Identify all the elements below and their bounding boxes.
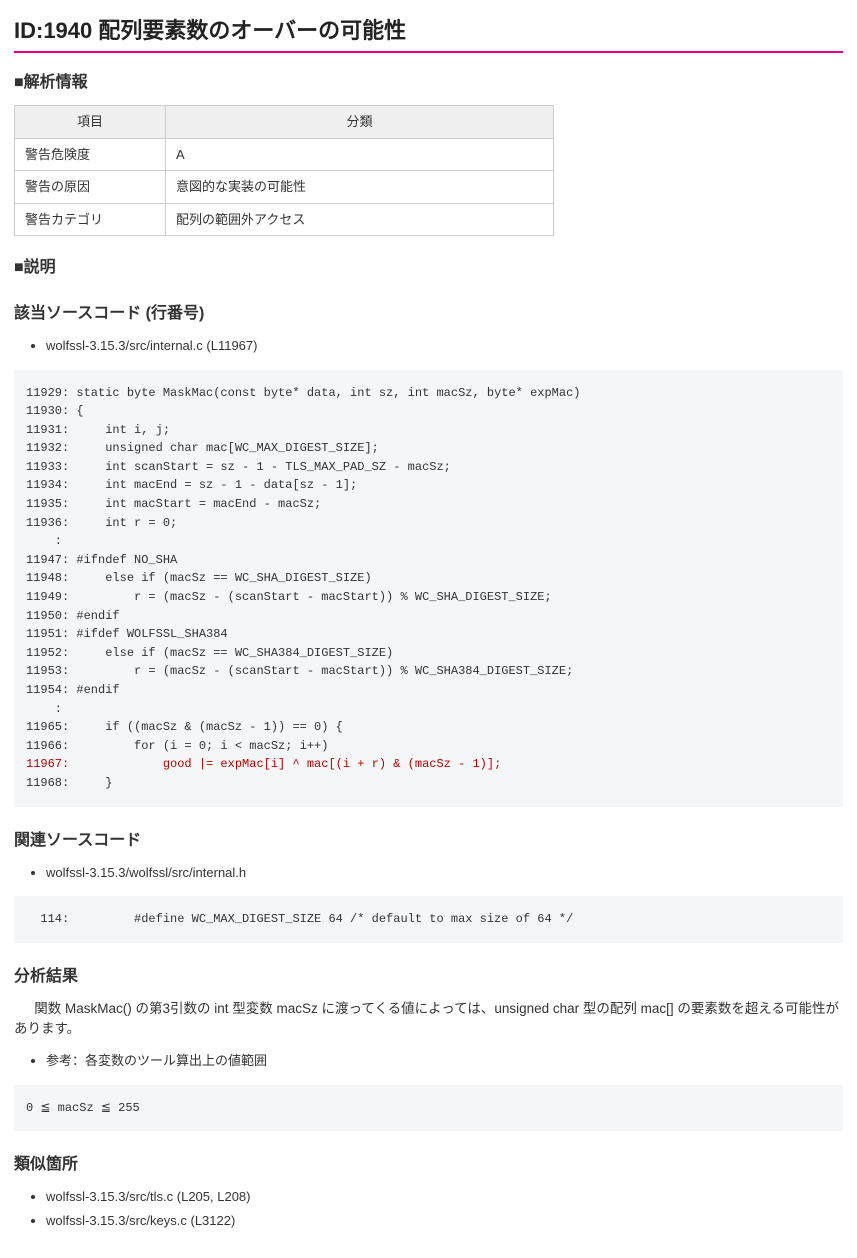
- table-row: 警告カテゴリ 配列の範囲外アクセス: [15, 203, 554, 236]
- similar-location-item: wolfssl-3.15.3/src/keys.c (L3122): [46, 1211, 843, 1231]
- analysis-info-header: ■解析情報: [14, 71, 843, 95]
- related-source-header: 関連ソースコード: [14, 829, 843, 853]
- code-block-range: 0 ≦ macSz ≦ 255: [14, 1085, 843, 1132]
- info-table-col-item: 項目: [15, 106, 166, 139]
- title-underline: [14, 51, 843, 53]
- similar-locations-list: wolfssl-3.15.3/src/tls.c (L205, L208) wo…: [14, 1187, 843, 1230]
- analysis-result-header: 分析結果: [14, 965, 843, 989]
- info-table-col-category: 分類: [166, 106, 554, 139]
- row-value: A: [166, 138, 554, 171]
- row-label: 警告の原因: [15, 171, 166, 204]
- code-block-related: 114: #define WC_MAX_DIGEST_SIZE 64 /* de…: [14, 896, 843, 943]
- row-value: 意図的な実装の可能性: [166, 171, 554, 204]
- row-label: 警告危険度: [15, 138, 166, 171]
- row-label: 警告カテゴリ: [15, 203, 166, 236]
- description-header: ■説明: [14, 256, 843, 280]
- table-row: 警告危険度 A: [15, 138, 554, 171]
- similar-locations-header: 類似箇所: [14, 1153, 843, 1177]
- reference-list: 参考：各変数のツール算出上の値範囲: [14, 1051, 843, 1071]
- similar-location-item: wolfssl-3.15.3/src/tls.c (L205, L208): [46, 1187, 843, 1207]
- page-title: ID:1940 配列要素数のオーバーの可能性: [14, 14, 843, 47]
- source-code-header: 該当ソースコード (行番号): [14, 302, 843, 326]
- table-row: 警告の原因 意図的な実装の可能性: [15, 171, 554, 204]
- code-block-main: 11929: static byte MaskMac(const byte* d…: [14, 370, 843, 807]
- info-table: 項目 分類 警告危険度 A 警告の原因 意図的な実装の可能性 警告カテゴリ 配列…: [14, 105, 554, 236]
- analysis-text: 関数 MaskMac() の第3引数の int 型変数 macSz に渡ってくる…: [14, 999, 843, 1040]
- related-source-list: wolfssl-3.15.3/wolfssl/src/internal.h: [14, 863, 843, 883]
- reference-note: 参考：各変数のツール算出上の値範囲: [46, 1051, 843, 1071]
- source-file-item: wolfssl-3.15.3/src/internal.c (L11967): [46, 336, 843, 356]
- related-source-item: wolfssl-3.15.3/wolfssl/src/internal.h: [46, 863, 843, 883]
- source-file-list: wolfssl-3.15.3/src/internal.c (L11967): [14, 336, 843, 356]
- row-value: 配列の範囲外アクセス: [166, 203, 554, 236]
